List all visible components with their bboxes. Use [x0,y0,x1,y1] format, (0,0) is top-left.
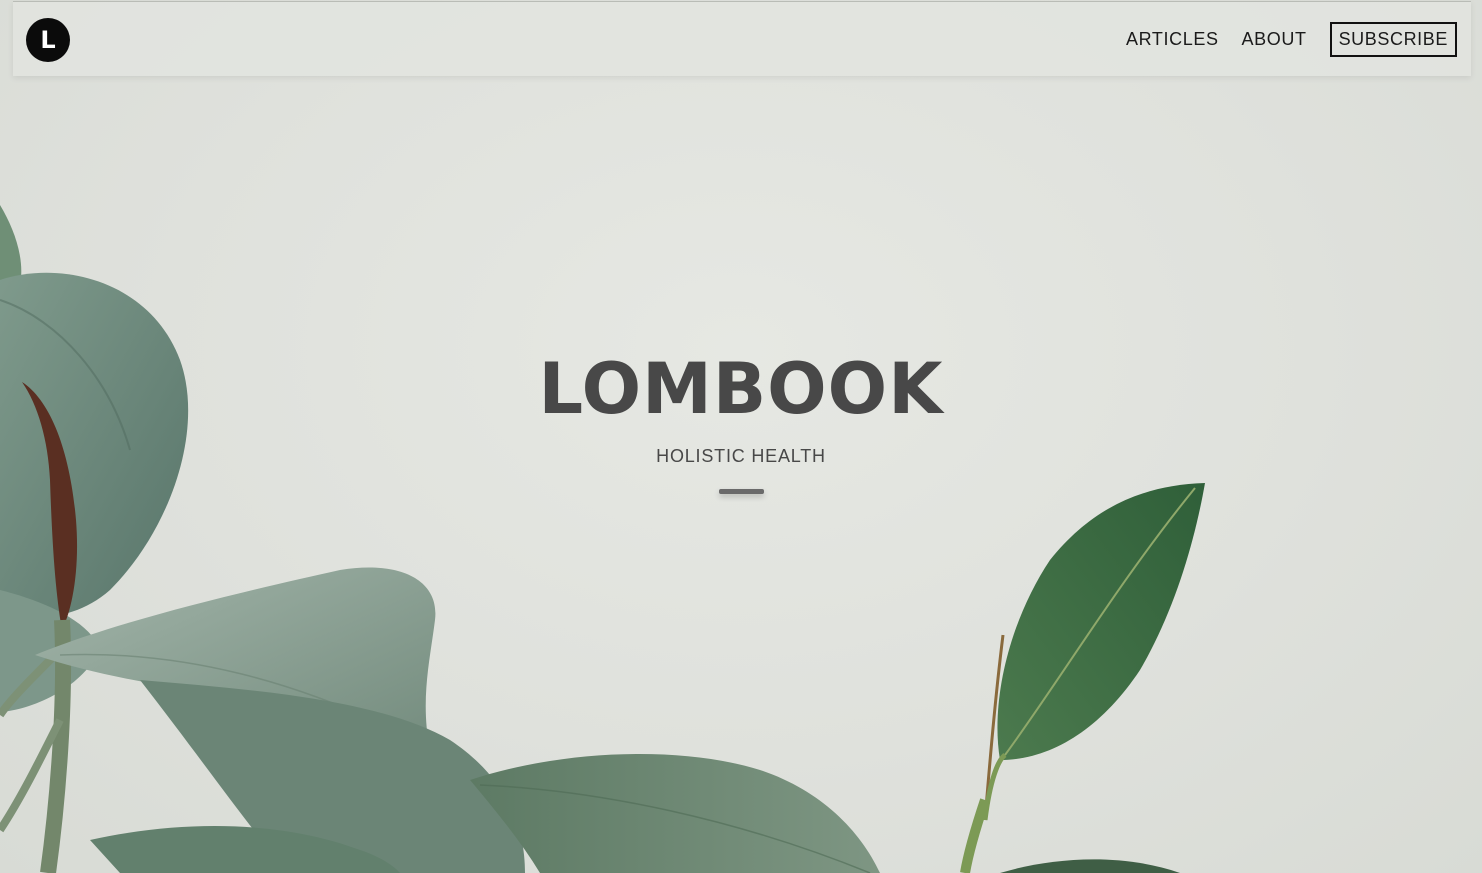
subscribe-button[interactable]: SUBSCRIBE [1329,22,1457,57]
nav-about-link[interactable]: ABOUT [1242,29,1307,50]
title-divider [719,489,764,494]
nav-articles-link[interactable]: ARTICLES [1126,29,1219,50]
nav-links: ARTICLES ABOUT SUBSCRIBE [1103,22,1457,57]
top-navbar: L ARTICLES ABOUT SUBSCRIBE [13,1,1471,76]
hero-section [0,0,1482,873]
plant-right-image [960,483,1205,873]
site-title: LOMBOOK [538,348,944,430]
site-subtitle: HOLISTIC HEALTH [656,446,826,466]
logo-icon[interactable]: L [26,18,70,62]
